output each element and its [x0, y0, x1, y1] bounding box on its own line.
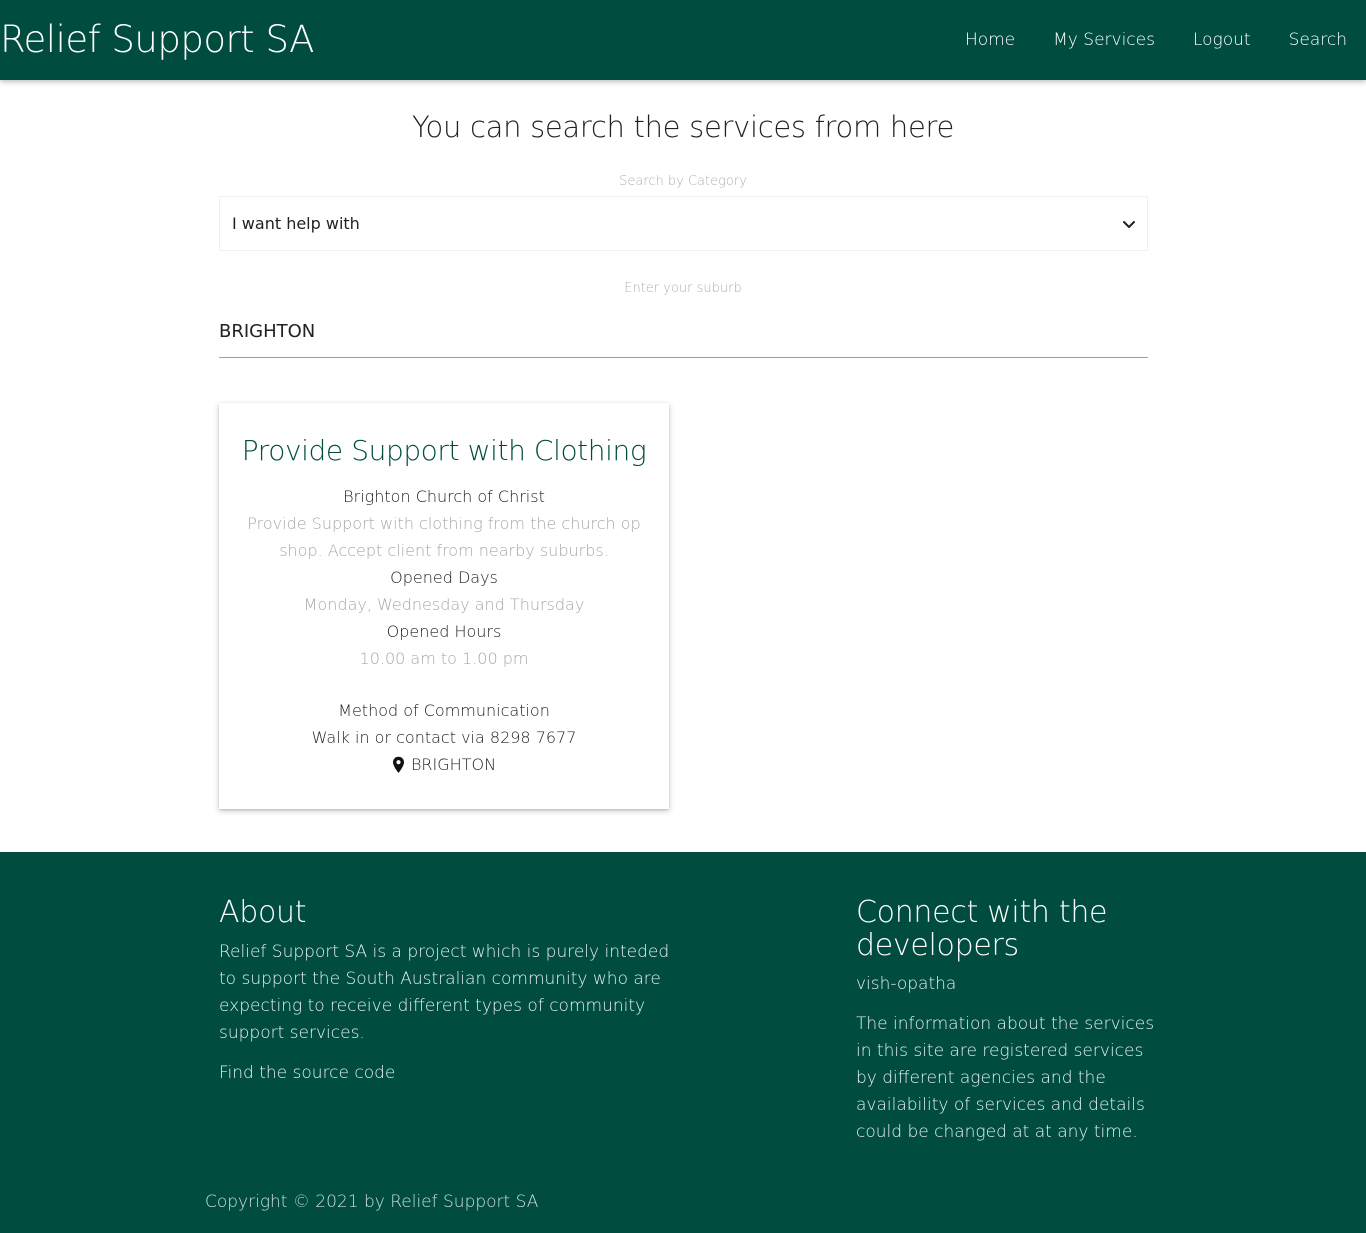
map-pin-icon — [392, 756, 404, 773]
opened-hours-value: 10.00 am to 1.00 pm — [359, 649, 529, 668]
source-code-link[interactable]: Find the source code — [219, 1063, 395, 1083]
brand-logo-link[interactable]: Relief Support SA — [0, 18, 314, 61]
service-location-text: BRIGHTON — [410, 755, 497, 774]
opened-days-value: Monday, Wednesday and Thursday — [303, 595, 585, 614]
service-card: Provide Support with Clothing Brighton C… — [219, 403, 669, 809]
developer-link[interactable]: vish-opatha — [856, 974, 956, 994]
service-location: BRIGHTON — [239, 751, 649, 782]
suburb-input-value: BRIGHTON — [219, 321, 316, 342]
disclaimer-text: The information about the services in th… — [856, 1014, 1155, 1142]
chevron-down-icon — [1123, 221, 1135, 228]
opened-days-label: Opened Days — [390, 568, 498, 587]
nav-search-link[interactable]: Search — [1289, 30, 1347, 50]
category-label: Search by Category — [619, 174, 747, 189]
service-description: Provide Support with clothing from the c… — [247, 514, 641, 560]
nav-my-services-link[interactable]: My Services — [1053, 30, 1155, 50]
category-selected-value: I want help with — [232, 214, 360, 233]
suburb-label: Enter your suburb — [624, 281, 742, 296]
communication-value: Walk in or contact via 8298 7677 — [311, 728, 577, 747]
service-title: Provide Support with Clothing — [241, 434, 647, 467]
suburb-input[interactable]: BRIGHTON — [219, 318, 1148, 358]
opened-hours-label: Opened Hours — [386, 622, 502, 641]
connect-heading: Connect with the developers — [856, 895, 1108, 963]
copyright-text: Copyright © 2021 by Relief Support SA — [205, 1192, 539, 1212]
service-organisation: Brighton Church of Christ — [343, 487, 545, 506]
nav-logout-link[interactable]: Logout — [1193, 30, 1251, 50]
page-title: You can search the services from here — [411, 110, 955, 144]
communication-label: Method of Communication — [338, 701, 550, 720]
page-footer: About Relief Support SA is a project whi… — [0, 852, 1366, 1233]
nav-links: Home My Services Logout Search — [965, 0, 1347, 80]
top-navbar: Relief Support SA Home My Services Logou… — [0, 0, 1366, 80]
about-heading: About — [219, 895, 307, 930]
nav-home-link[interactable]: Home — [965, 30, 1015, 50]
about-text: Relief Support SA is a project which is … — [219, 942, 670, 1043]
category-select[interactable]: I want help with — [219, 196, 1148, 251]
